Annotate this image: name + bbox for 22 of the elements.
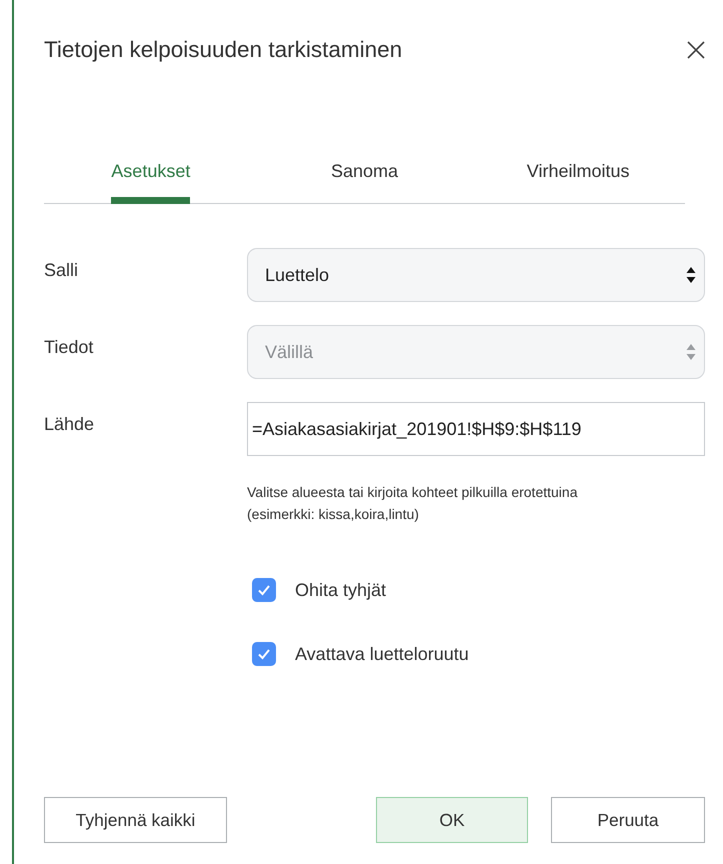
checkbox[interactable] bbox=[252, 642, 276, 666]
dialog-button[interactable]: Peruuta bbox=[551, 797, 705, 843]
tab[interactable]: Virheilmoitus bbox=[526, 130, 630, 204]
dropdown[interactable]: Luettelo bbox=[247, 248, 705, 302]
field-label: Tiedot bbox=[44, 336, 94, 359]
ok-button[interactable]: OK bbox=[376, 797, 528, 843]
hint-text: Valitse alueesta tai kirjoita kohteet pilkuilla erotettuina (esimerkki: kissa,koira,lintu) bbox=[247, 483, 578, 524]
checkbox-label: Ohita tyhjät bbox=[295, 580, 386, 600]
close-icon[interactable] bbox=[685, 39, 707, 61]
stepper-icon bbox=[686, 266, 696, 284]
tab[interactable]: Asetukset bbox=[111, 130, 190, 204]
tab[interactable]: Sanoma bbox=[330, 130, 398, 204]
dialog-title: Tietojen kelpoisuuden tarkistaminen bbox=[44, 37, 402, 63]
field-label: Salli bbox=[44, 259, 80, 282]
checkbox-label: Avattava luetteloruutu bbox=[295, 644, 469, 664]
field-label: Lähde bbox=[44, 413, 96, 436]
checkmark-icon bbox=[257, 648, 271, 660]
stepper-icon bbox=[686, 343, 696, 361]
checkbox[interactable] bbox=[252, 578, 276, 602]
dialog-button[interactable]: Tyhjennä kaikki bbox=[44, 797, 227, 843]
source-field[interactable]: =Asiakasasiakirjat_201901!$H$9:$H$119 bbox=[247, 402, 705, 456]
checkmark-icon bbox=[257, 584, 271, 596]
